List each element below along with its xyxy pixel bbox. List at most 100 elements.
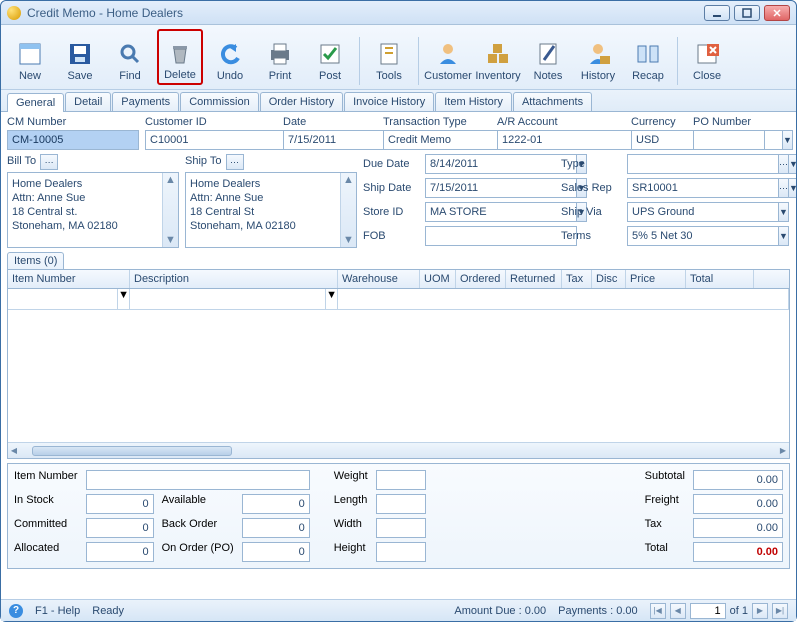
tab-item-history[interactable]: Item History [435,92,512,111]
fob-input[interactable] [425,226,577,246]
pager-next[interactable]: ▶ [752,603,768,619]
bill-to-lookup[interactable]: ⋯ [40,154,58,170]
col-item-number[interactable]: Item Number [8,270,130,288]
col-description[interactable]: Description [130,270,338,288]
ar-account-input[interactable] [497,130,649,150]
col-disc[interactable]: Disc [592,270,626,288]
help-text[interactable]: F1 - Help [35,605,80,617]
status-ready: Ready [92,605,124,617]
toolbar-notes-button[interactable]: Notes [525,29,571,85]
minimize-button[interactable] [704,5,730,21]
tab-payments[interactable]: Payments [112,92,179,111]
notes-icon [532,38,564,70]
ship-to-lookup[interactable]: ⋯ [226,154,244,170]
customer-id-input[interactable] [145,130,297,150]
bill-to-label: Bill To [7,155,36,167]
po-number-label: PO Number [693,116,765,128]
maximize-button[interactable] [734,5,760,21]
store-id-input[interactable] [425,202,577,222]
ship-date-input[interactable] [425,178,577,198]
type-dropdown[interactable]: ▼ [789,154,796,174]
toolbar-save-button[interactable]: Save [57,29,103,85]
toolbar-undo-button[interactable]: Undo [207,29,253,85]
toolbar-history-button[interactable]: History [575,29,621,85]
grid-hscroll[interactable]: ◀▶ [8,442,789,458]
statusbar: ? F1 - Help Ready Amount Due : 0.00 Paym… [1,599,796,621]
terms-input[interactable] [627,226,779,246]
toolbar-find-button[interactable]: Find [107,29,153,85]
items-tab-header[interactable]: Items (0) [7,252,64,269]
toolbar-print-button[interactable]: Print [257,29,303,85]
new-icon [14,38,46,70]
col-total[interactable]: Total [686,270,754,288]
billto-scrollbar[interactable]: ▲▼ [162,173,178,247]
col-ordered[interactable]: Ordered [456,270,506,288]
billto-line: Attn: Anne Sue [12,191,174,205]
toolbar: New SaveFindDeleteUndoPrintPost Tools Custo… [1,25,796,90]
f-freight[interactable] [693,494,783,514]
toolbar-new-label: New [19,70,41,82]
f-backorder [242,518,310,538]
sales-rep-input[interactable] [627,178,779,198]
tab-attachments[interactable]: Attachments [513,92,592,111]
toolbar-delete-button[interactable]: Delete [157,29,203,85]
pager-last[interactable]: ▶| [772,603,788,619]
cm-number-input[interactable] [7,130,139,150]
tab-detail[interactable]: Detail [65,92,111,111]
f-tax [693,518,783,538]
currency-dropdown[interactable]: ▼ [783,130,793,150]
col-uom[interactable]: UOM [420,270,456,288]
filter-description[interactable] [130,289,325,309]
due-date-input[interactable] [425,154,577,174]
help-icon[interactable]: ? [9,604,23,618]
sales-rep-lookup[interactable]: ⋯ [779,178,789,198]
customer-icon [432,38,464,70]
tab-invoice-history[interactable]: Invoice History [344,92,434,111]
toolbar-inventory-button[interactable]: Inventory [475,29,521,85]
tab-general[interactable]: General [7,93,64,112]
terms-dropdown[interactable]: ▼ [779,226,789,246]
col-returned[interactable]: Returned [506,270,562,288]
col-warehouse[interactable]: Warehouse [338,270,420,288]
toolbar-tools-label: Tools [376,70,402,82]
shipto-scrollbar[interactable]: ▲▼ [340,173,356,247]
filter-item-number[interactable] [8,289,117,309]
pager-prev[interactable]: ◀ [670,603,686,619]
toolbar-close-button[interactable]: Close [684,29,730,85]
f-allocated [86,542,154,562]
toolbar-post-button[interactable]: Post [307,29,353,85]
pager-page-input[interactable] [690,603,726,619]
pager-first[interactable]: |◀ [650,603,666,619]
po-number-input[interactable] [693,130,765,150]
tab-commission[interactable]: Commission [180,92,259,111]
f-total [693,542,783,562]
toolbar-recap-button[interactable]: Recap [625,29,671,85]
pager-of: of 1 [730,605,748,617]
type-lookup[interactable]: ⋯ [779,154,789,174]
toolbar-customer-button[interactable]: Customer [425,29,471,85]
sales-rep-dropdown[interactable]: ▼ [789,178,796,198]
f-backorder-label: Back Order [162,518,234,538]
f-available-label: Available [162,494,234,514]
grid-body[interactable] [8,310,789,442]
col-price[interactable]: Price [626,270,686,288]
tab-order-history[interactable]: Order History [260,92,343,111]
ship-via-dropdown[interactable]: ▼ [779,202,789,222]
col-tax[interactable]: Tax [562,270,592,288]
shipto-line: Attn: Anne Sue [190,191,352,205]
post-icon [314,38,346,70]
filter-item-number-dropdown[interactable]: ▼ [117,289,129,309]
ship-to-address[interactable]: Home DealersAttn: Anne Sue18 Central StS… [185,172,357,248]
ship-via-input[interactable] [627,202,779,222]
date-label: Date [283,116,377,128]
filter-description-dropdown[interactable]: ▼ [325,289,337,309]
toolbar-new-button[interactable]: New [7,29,53,85]
f-committed-label: Committed [14,518,78,538]
toolbar-recap-label: Recap [632,70,664,82]
app-window: Credit Memo - Home Dealers NewSaveFindDe… [0,0,797,622]
type-input[interactable] [627,154,779,174]
close-window-button[interactable] [764,5,790,21]
ship-via-label: Ship Via [561,202,621,222]
bill-to-address[interactable]: Home DealersAttn: Anne Sue18 Central st.… [7,172,179,248]
toolbar-tools-button[interactable]: Tools [366,29,412,85]
